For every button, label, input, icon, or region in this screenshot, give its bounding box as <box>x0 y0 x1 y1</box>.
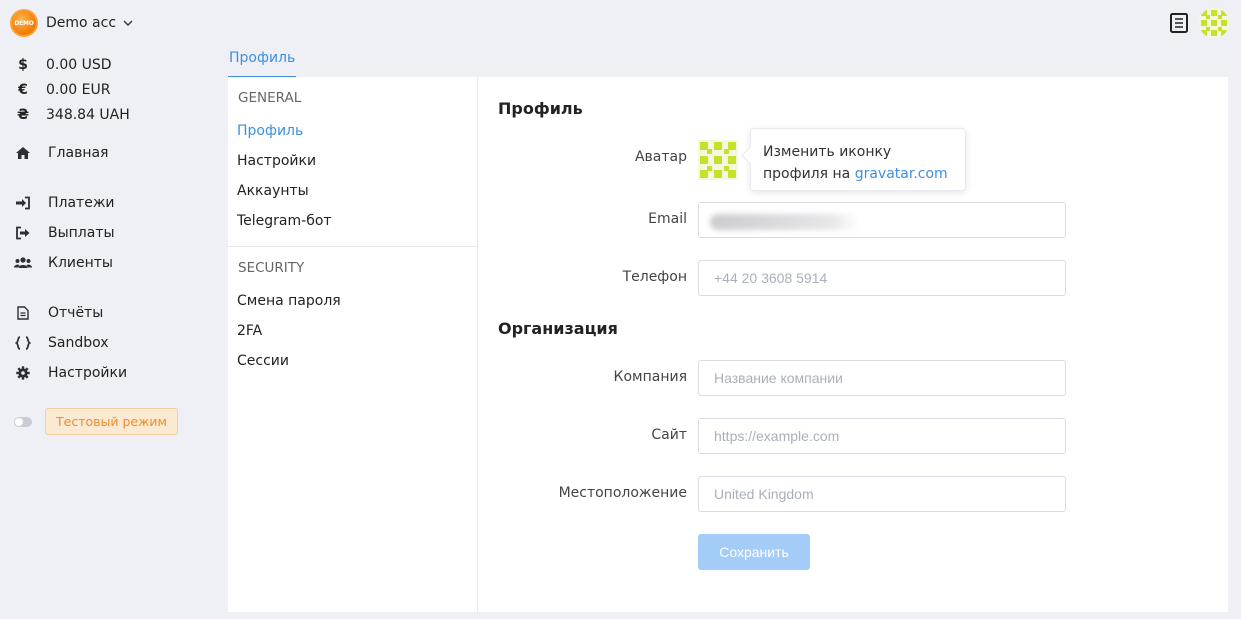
company-label: Компания <box>613 369 687 385</box>
balance-uah: ₴ 348.84 UAH <box>16 102 130 127</box>
balances: $ 0.00 USD € 0.00 EUR ₴ 348.84 UAH <box>16 52 130 127</box>
phone-label: Телефон <box>622 269 687 285</box>
save-button[interactable]: Сохранить <box>698 534 810 570</box>
site-label: Сайт <box>651 427 687 443</box>
nav-label: Отчёты <box>48 305 104 321</box>
tab-profile[interactable]: Профиль <box>228 44 297 78</box>
settings-tabs: Профиль <box>228 44 297 78</box>
braces-icon <box>14 335 32 351</box>
site-field[interactable] <box>698 418 1066 454</box>
demo-badge-icon: DEMO <box>10 9 38 37</box>
settings-nav-change-password[interactable]: Смена пароля <box>237 293 341 309</box>
user-avatar[interactable] <box>1199 8 1229 38</box>
account-name: Demo acc <box>46 15 117 31</box>
general-heading: GENERAL <box>238 90 302 106</box>
balance-usd: $ 0.00 USD <box>16 52 130 77</box>
location-field[interactable] <box>698 476 1066 512</box>
security-heading: SECURITY <box>238 260 305 276</box>
sign-out-icon <box>14 225 32 241</box>
divider <box>228 246 477 247</box>
nav-label: Главная <box>48 145 109 161</box>
settings-nav-2fa[interactable]: 2FA <box>237 323 262 339</box>
location-label: Местоположение <box>558 485 687 501</box>
settings-nav-telegram-bot[interactable]: Telegram-бот <box>237 213 332 229</box>
nav-label: Платежи <box>48 195 115 211</box>
email-label: Email <box>648 211 687 227</box>
nav-item-home[interactable]: Главная <box>14 140 204 166</box>
nav-item-clients[interactable]: Клиенты <box>14 250 204 276</box>
nav-label: Настройки <box>48 365 128 381</box>
profile-section-title: Профиль <box>498 99 583 118</box>
balance-amount: 0.00 USD <box>46 56 112 73</box>
balance-amount: 0.00 EUR <box>46 81 111 98</box>
gravatar-link[interactable]: gravatar.com <box>855 166 948 182</box>
test-mode-toggle[interactable] <box>14 416 32 427</box>
nav-label: Клиенты <box>48 255 113 271</box>
book-icon[interactable] <box>1169 12 1189 34</box>
test-mode-badge: Тестовый режим <box>45 408 178 435</box>
balance-amount: 348.84 UAH <box>46 106 130 123</box>
account-switcher[interactable]: DEMO Demo acc <box>10 9 134 37</box>
settings-card: GENERAL Профиль Настройки Аккаунты Teleg… <box>228 77 1228 612</box>
top-right-actions <box>1169 8 1229 38</box>
chevron-down-icon <box>123 20 133 26</box>
nav-item-sandbox[interactable]: Sandbox <box>14 330 204 356</box>
company-field[interactable] <box>698 360 1066 396</box>
sign-in-icon <box>14 195 32 211</box>
gear-icon <box>14 365 32 381</box>
nav-item-reports[interactable]: Отчёты <box>14 300 204 326</box>
phone-field[interactable] <box>698 260 1066 296</box>
euro-icon: € <box>18 81 28 98</box>
nav-item-settings[interactable]: Настройки <box>14 360 204 386</box>
settings-nav-sessions[interactable]: Сессии <box>237 353 289 369</box>
email-field[interactable] <box>698 202 1066 238</box>
settings-nav-settings[interactable]: Настройки <box>237 153 316 169</box>
settings-nav-accounts[interactable]: Аккаунты <box>237 183 309 199</box>
settings-nav-profile[interactable]: Профиль <box>237 123 303 139</box>
sidebar: DEMO Demo acc $ 0.00 USD € 0.00 EUR ₴ 34… <box>0 0 215 619</box>
profile-avatar[interactable] <box>698 140 738 180</box>
profile-form: Профиль Аватар Изменить иконку профиля н… <box>478 77 1228 612</box>
users-icon <box>14 255 32 271</box>
home-icon <box>14 145 32 161</box>
file-icon <box>14 305 32 321</box>
gravatar-tooltip: Изменить иконку профиля на gravatar.com <box>750 128 966 191</box>
nav-item-payments[interactable]: Платежи <box>14 190 204 216</box>
nav-item-payouts[interactable]: Выплаты <box>14 220 204 246</box>
avatar-label: Аватар <box>634 149 687 165</box>
nav-label: Sandbox <box>48 335 109 351</box>
organization-section-title: Организация <box>498 319 618 338</box>
balance-eur: € 0.00 EUR <box>16 77 130 102</box>
hryvnia-icon: ₴ <box>16 106 30 123</box>
settings-nav: GENERAL Профиль Настройки Аккаунты Teleg… <box>228 77 478 612</box>
test-mode: Тестовый режим <box>14 408 178 435</box>
nav-label: Выплаты <box>48 225 115 241</box>
dollar-icon: $ <box>18 56 28 73</box>
